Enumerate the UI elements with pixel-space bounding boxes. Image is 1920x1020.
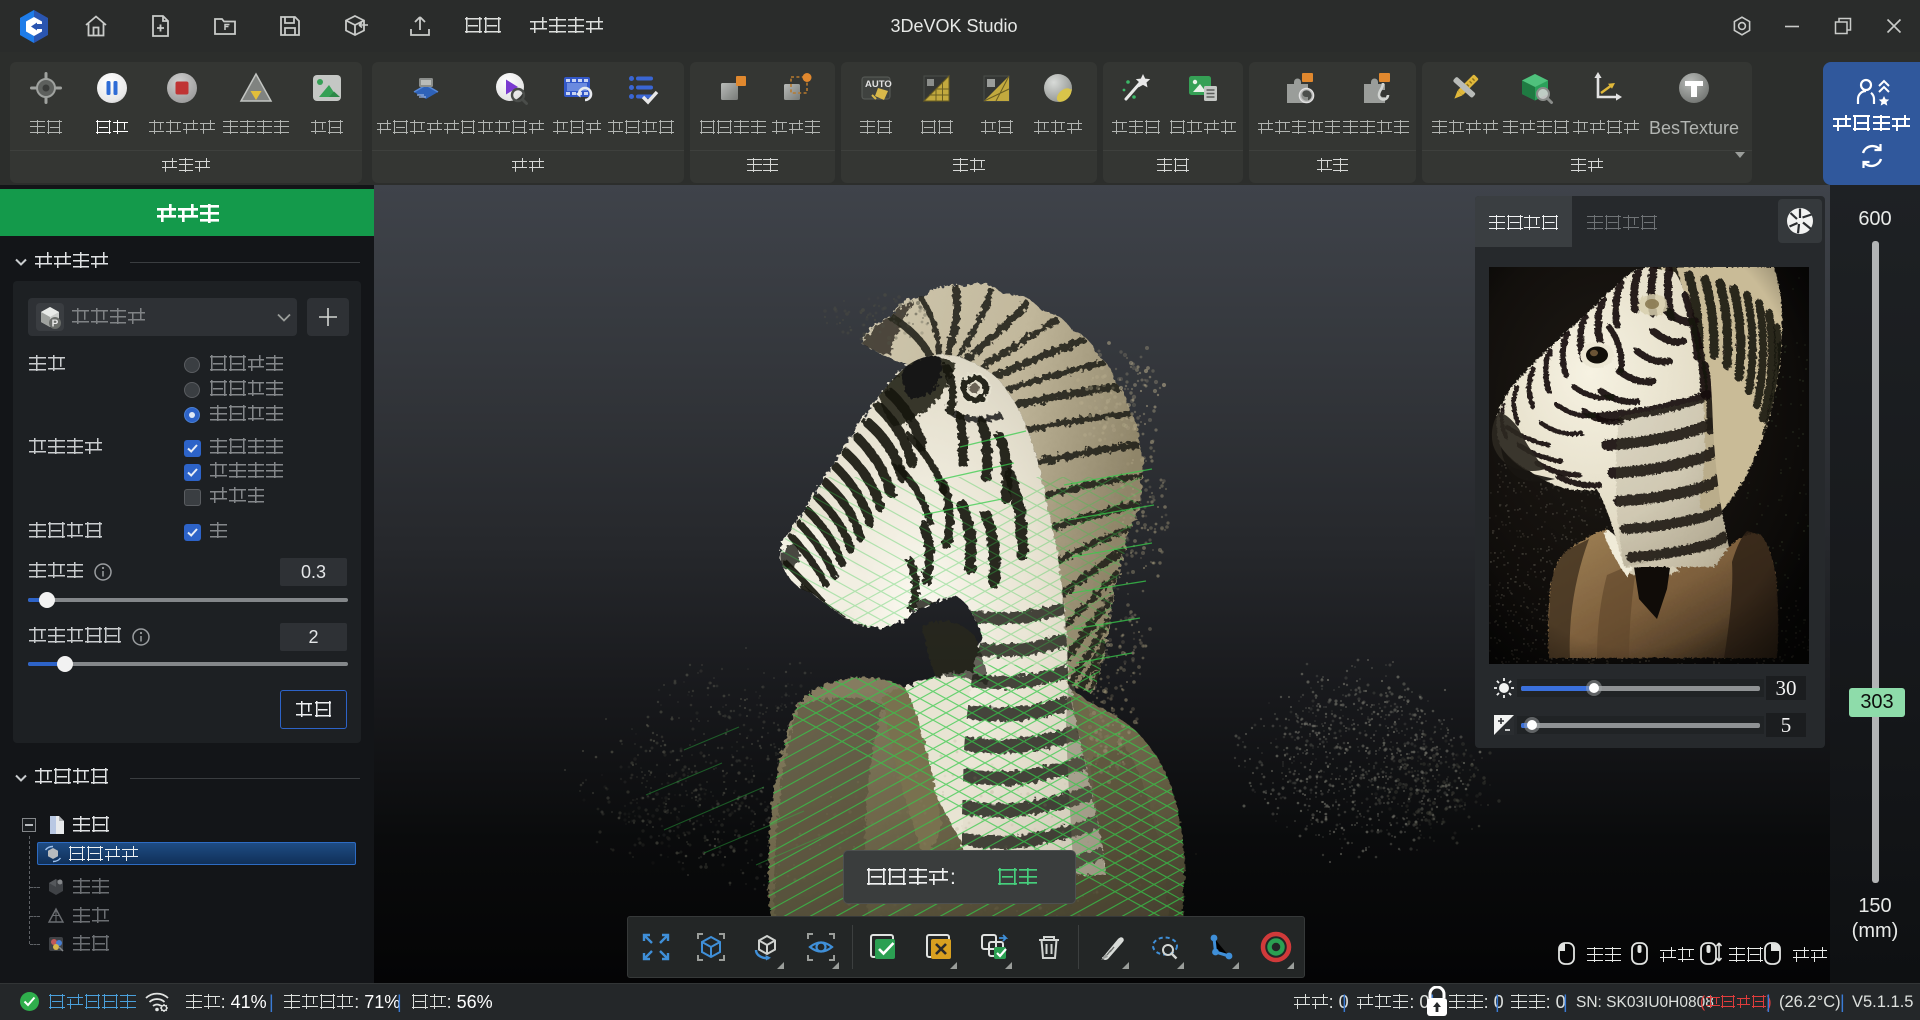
svg-text:P: P — [52, 319, 59, 330]
